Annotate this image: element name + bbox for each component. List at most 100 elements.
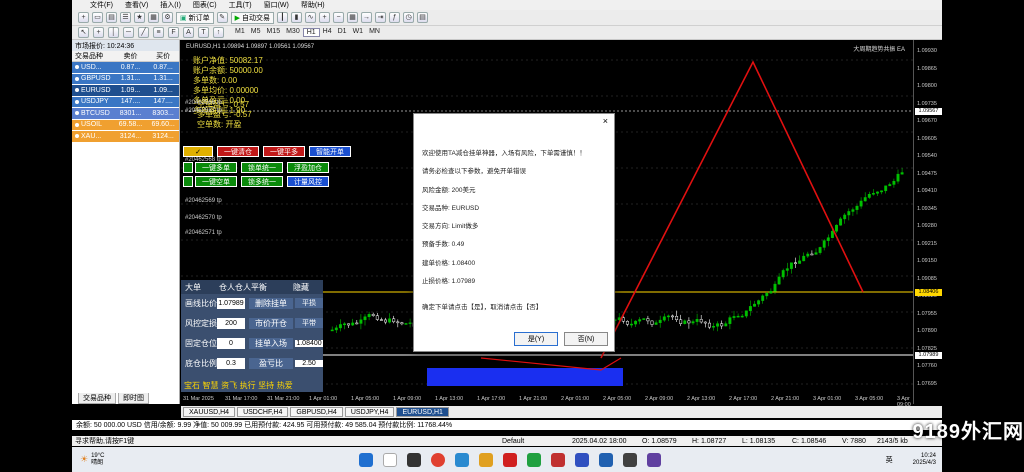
menu-item-5[interactable]: 窗口(W) [264, 0, 289, 10]
fibonacci-icon[interactable]: F [168, 27, 179, 38]
panel-row-input[interactable]: 200 [217, 317, 245, 329]
timeframe-d1[interactable]: D1 [335, 28, 350, 37]
new-order-button[interactable]: ▣ 新订单 [176, 11, 214, 24]
col-ask[interactable]: 买价 [147, 51, 179, 61]
panel-row-input[interactable]: 1.07989 [217, 297, 245, 309]
one-click-buy-button[interactable]: 一键多单 [195, 162, 237, 173]
hide-panel-button[interactable]: 隐藏 [281, 282, 321, 293]
input-language[interactable]: 英 [886, 455, 893, 465]
timeframe-w1[interactable]: W1 [350, 28, 367, 37]
start-icon[interactable] [359, 452, 374, 467]
timeframe-m30[interactable]: M30 [283, 28, 303, 37]
profiles-icon[interactable]: ▤ [106, 12, 117, 23]
panel-row-extra[interactable]: 2.50 [295, 359, 323, 367]
price-axis[interactable]: 1.09930 1.09865 1.09800 1.09735 1.09670 1.096… [913, 40, 942, 404]
panel-row-input[interactable]: 0 [217, 337, 245, 349]
chart-tab[interactable]: USDJPY,H4 [344, 407, 395, 417]
wechat-icon[interactable] [527, 452, 542, 467]
panel-row-button[interactable]: 盈亏比 [249, 357, 293, 369]
market-watch-row[interactable]: EURUSD 1.09... 1.09... [72, 85, 179, 97]
app-icon-4[interactable] [647, 452, 662, 467]
app-icon-3[interactable] [623, 452, 638, 467]
menu-item-2[interactable]: 插入(I) [160, 0, 181, 10]
zoom-in-icon[interactable]: + [319, 12, 331, 23]
one-click-sell-button[interactable]: 一键空单 [195, 176, 237, 187]
shift-icon[interactable]: ⇥ [375, 12, 387, 23]
market-watch-row[interactable]: USOIL 69.58... 69.60... [72, 119, 179, 131]
indicators-icon[interactable]: ƒ [389, 12, 401, 23]
auto-trade-button[interactable]: ▶ 自动交易 [230, 11, 275, 24]
chart-tab[interactable]: EURUSD,H1 [396, 407, 449, 417]
line-chart-icon[interactable]: ∿ [305, 12, 317, 23]
float-add-button[interactable]: 浮盈加仓 [287, 162, 329, 173]
text-icon[interactable]: A [183, 27, 194, 38]
edge-icon[interactable] [455, 452, 470, 467]
smart-order-button[interactable]: 智能开单 [309, 146, 351, 157]
chart-tab[interactable]: XAUUSD,H4 [183, 407, 236, 417]
candle-chart-icon[interactable]: ▮ [291, 12, 303, 23]
search-icon[interactable] [383, 452, 398, 467]
panel-row-extra[interactable]: 平带 [295, 318, 323, 328]
metatrader-icon[interactable] [599, 452, 614, 467]
crosshair-icon[interactable]: + [93, 27, 104, 38]
ea-toggle-button[interactable]: ✓ [183, 146, 213, 157]
close-icon[interactable]: × [603, 116, 608, 126]
close-all-button[interactable]: 一键清仓 [217, 146, 259, 157]
tester-icon[interactable]: ⚙ [162, 12, 173, 23]
timeframe-m15[interactable]: M15 [263, 28, 283, 37]
bar-chart-icon[interactable]: ┃ [277, 12, 289, 23]
wps-icon[interactable] [503, 452, 518, 467]
folder-icon[interactable] [479, 452, 494, 467]
chart-tab[interactable]: USDCHF,H4 [237, 407, 289, 417]
tab-tick-chart[interactable]: 即时图 [118, 393, 149, 404]
menu-item-6[interactable]: 帮助(H) [301, 0, 325, 10]
chrome-icon[interactable] [431, 452, 446, 467]
col-bid[interactable]: 卖价 [114, 51, 148, 61]
zoom-out-icon[interactable]: − [333, 12, 345, 23]
arrow-icon[interactable]: ↑ [213, 27, 224, 38]
chart-tab[interactable]: GBPUSD,H4 [290, 407, 343, 417]
timeframe-mn[interactable]: MN [366, 28, 383, 37]
timeframe-m5[interactable]: M5 [248, 28, 264, 37]
taskview-icon[interactable] [407, 452, 422, 467]
lock-unify-button[interactable]: 锁单统一 [241, 162, 283, 173]
timeframe-h1[interactable]: H1 [302, 28, 320, 37]
terminal-icon[interactable]: ▦ [148, 12, 159, 23]
timeframe-h4[interactable]: H4 [320, 28, 335, 37]
panel-row-button[interactable]: 删除挂单 [249, 297, 293, 309]
close-long-button[interactable]: 一键平多 [263, 146, 305, 157]
no-button[interactable]: 否(N) [564, 332, 608, 346]
market-watch-icon[interactable]: ☰ [120, 12, 131, 23]
panel-row-button[interactable]: 市价开仓 [249, 317, 293, 329]
navigator-icon[interactable]: ★ [134, 12, 145, 23]
new-chart-icon[interactable]: + [78, 12, 89, 23]
app-icon-2[interactable] [575, 452, 590, 467]
panel-row-input[interactable]: 0.3 [217, 357, 245, 369]
tab-symbols[interactable]: 交易品种 [78, 393, 116, 404]
weather-icon[interactable]: ☀ [80, 454, 88, 465]
market-watch-row[interactable]: BTCUSD 8301... 8303... [72, 108, 179, 120]
timeframe-m1[interactable]: M1 [232, 28, 248, 37]
yes-button[interactable]: 是(Y) [514, 332, 558, 346]
open-icon[interactable]: ▭ [92, 12, 103, 23]
market-watch-row[interactable]: XAU... 3124... 3124... [72, 131, 179, 143]
menu-item-0[interactable]: 文件(F) [90, 0, 113, 10]
label-icon[interactable]: T [198, 27, 209, 38]
panel-row-extra[interactable]: 1.08400 [295, 339, 323, 347]
col-symbol[interactable]: 交易品种 [72, 51, 114, 61]
channel-icon[interactable]: ≡ [153, 27, 164, 38]
menu-item-3[interactable]: 图表(C) [193, 0, 217, 10]
tile-icon[interactable]: ▦ [347, 12, 359, 23]
horizontal-line-icon[interactable]: ─ [123, 27, 134, 38]
autoscroll-icon[interactable]: → [361, 12, 373, 23]
trendline-icon[interactable]: ╱ [138, 27, 149, 38]
period-icon[interactable]: ◷ [403, 12, 415, 23]
cursor-icon[interactable]: ↖ [78, 27, 89, 38]
market-watch-row[interactable]: GBPUSD 1.31... 1.31... [72, 73, 179, 85]
app-icon-1[interactable] [551, 452, 566, 467]
market-watch-row[interactable]: USDJPY 147.... 147.... [72, 96, 179, 108]
metaeditor-icon[interactable]: ✎ [216, 12, 228, 23]
panel-row-button[interactable]: 挂单入场 [249, 337, 293, 349]
risk-control-button[interactable]: 计量风控 [287, 176, 329, 187]
panel-row-extra[interactable]: 平损 [295, 298, 323, 308]
